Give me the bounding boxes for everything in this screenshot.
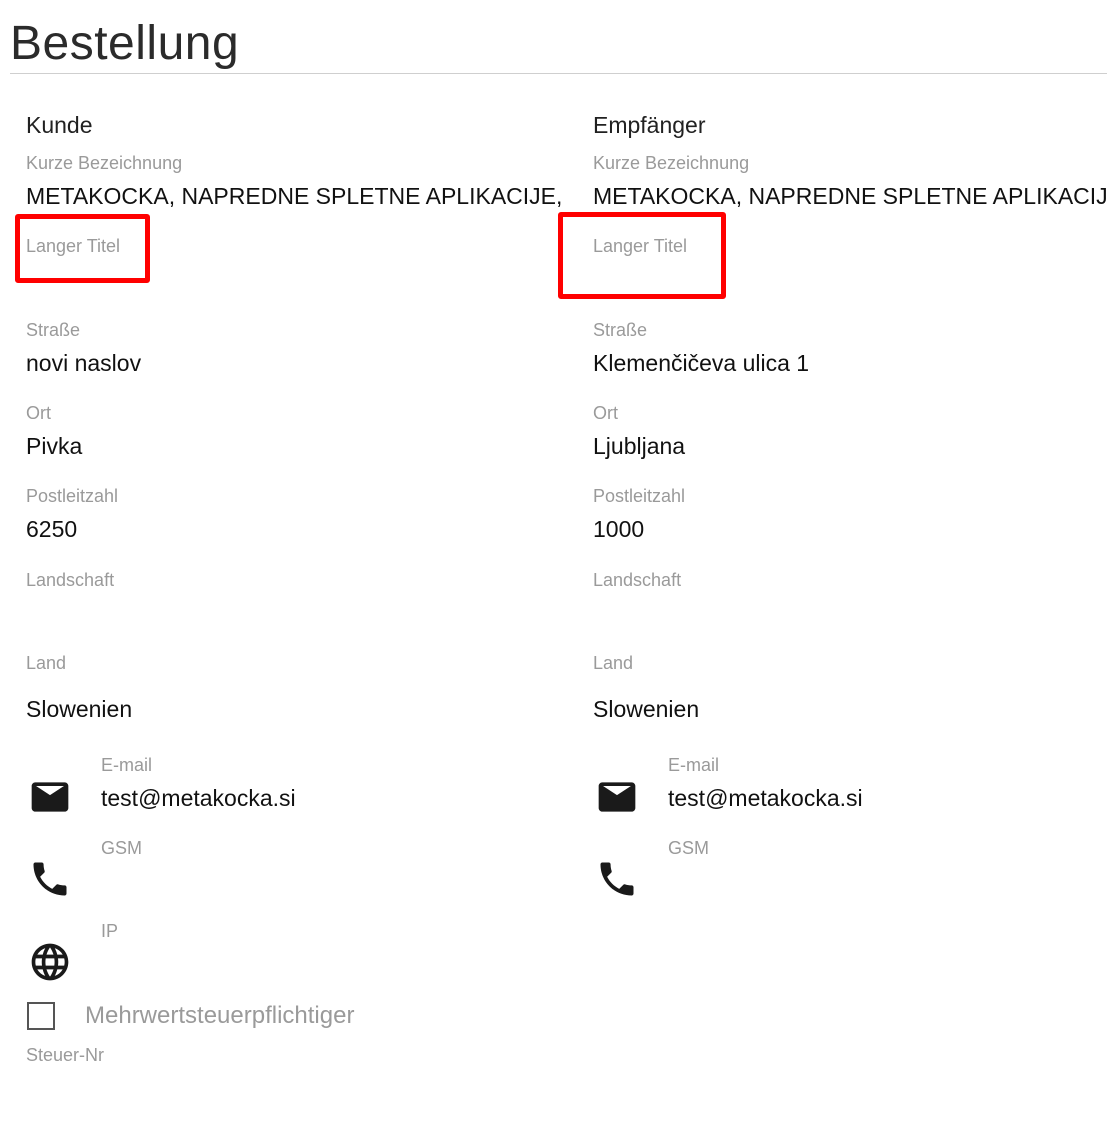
email-icon bbox=[595, 775, 639, 819]
customer-email-value[interactable]: test@metakocka.si bbox=[101, 785, 296, 812]
customer-zip-label: Postleitzahl bbox=[26, 486, 119, 506]
recipient-email-label: E-mail bbox=[668, 755, 720, 775]
customer-email-label: E-mail bbox=[101, 755, 153, 775]
customer-ip-label: IP bbox=[101, 921, 119, 941]
recipient-heading: Empfänger bbox=[593, 112, 706, 138]
globe-icon bbox=[28, 940, 72, 984]
customer-city-value: Pivka bbox=[26, 433, 83, 459]
customer-street-value: novi naslov bbox=[26, 350, 142, 376]
recipient-gsm-label: GSM bbox=[668, 838, 710, 858]
customer-panel: Kunde Kurze Bezeichnung METAKOCKA, NAPRE… bbox=[26, 0, 574, 1138]
customer-short-name-value: METAKOCKA, NAPREDNE SPLETNE APLIKACIJE, bbox=[26, 183, 563, 209]
recipient-country-label: Land bbox=[593, 653, 634, 673]
customer-city-label: Ort bbox=[26, 403, 51, 423]
recipient-email-value[interactable]: test@metakocka.si bbox=[668, 785, 863, 812]
recipient-country-value: Slowenien bbox=[593, 696, 700, 722]
recipient-city-label: Ort bbox=[593, 403, 618, 423]
recipient-panel: Empfänger Kurze Bezeichnung METAKOCKA, N… bbox=[593, 0, 1107, 1138]
vat-checkbox-label[interactable]: Mehrwertsteuerpflichtiger bbox=[85, 1002, 354, 1030]
recipient-street-value: Klemenčičeva ulica 1 bbox=[593, 350, 810, 376]
phone-icon bbox=[28, 857, 72, 901]
email-icon bbox=[28, 775, 72, 819]
recipient-zip-label: Postleitzahl bbox=[593, 486, 686, 506]
phone-icon bbox=[595, 857, 639, 901]
customer-zip-value: 6250 bbox=[26, 516, 78, 542]
customer-tax-number-label: Steuer-Nr bbox=[26, 1045, 105, 1065]
customer-street-label: Straße bbox=[26, 320, 81, 340]
customer-country-label: Land bbox=[26, 653, 67, 673]
recipient-city-value: Ljubljana bbox=[593, 433, 686, 459]
highlight-box-recipient-long-title bbox=[558, 212, 726, 299]
recipient-short-name-label: Kurze Bezeichnung bbox=[593, 153, 750, 173]
customer-short-name-label: Kurze Bezeichnung bbox=[26, 153, 183, 173]
recipient-short-name-value: METAKOCKA, NAPREDNE SPLETNE APLIKACIJE, bbox=[593, 183, 1107, 209]
customer-country-value: Slowenien bbox=[26, 696, 133, 722]
recipient-street-label: Straße bbox=[593, 320, 648, 340]
recipient-zip-value: 1000 bbox=[593, 516, 645, 542]
customer-gsm-label: GSM bbox=[101, 838, 143, 858]
recipient-region-label: Landschaft bbox=[593, 570, 682, 590]
highlight-box-customer-long-title bbox=[15, 214, 150, 283]
customer-heading: Kunde bbox=[26, 112, 93, 138]
customer-region-label: Landschaft bbox=[26, 570, 115, 590]
vat-checkbox[interactable] bbox=[27, 1002, 55, 1030]
